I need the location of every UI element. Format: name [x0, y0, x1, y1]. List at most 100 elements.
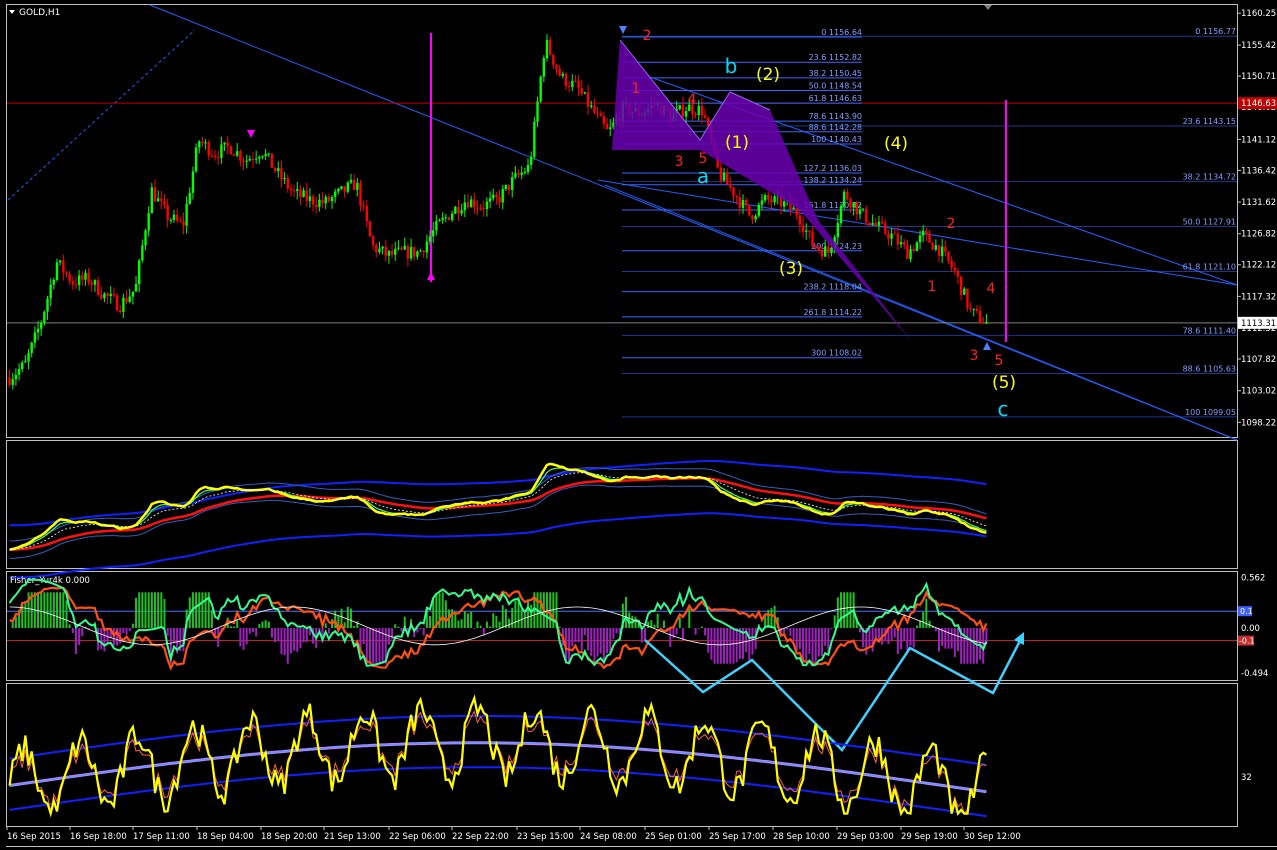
- price-tick-label: 1131.62: [1241, 198, 1276, 208]
- oscillator-panel-frame: [6, 683, 1238, 827]
- candle-body: [90, 282, 93, 285]
- candle-body: [431, 230, 435, 237]
- candle-body: [830, 247, 833, 253]
- candle-body: [235, 151, 239, 156]
- shift-marker-icon[interactable]: [984, 5, 992, 10]
- candle-body: [213, 155, 217, 157]
- red-ma-line: [9, 477, 987, 551]
- candle-body: [602, 116, 606, 124]
- candle-body: [877, 221, 881, 226]
- red-level-label: 1146.63: [1241, 99, 1276, 109]
- candle-body: [119, 310, 122, 312]
- candle-body: [447, 217, 451, 221]
- wave-label: (4): [884, 134, 908, 154]
- candle-body: [700, 105, 704, 116]
- candle-body: [871, 222, 874, 225]
- candle-body: [514, 173, 517, 178]
- candle-body: [947, 251, 950, 261]
- fib-right-label: 38.2 1134.72: [1183, 173, 1236, 182]
- candle-body: [292, 190, 296, 192]
- candle-body: [394, 248, 397, 255]
- candle-body: [482, 208, 485, 210]
- candle-body: [928, 233, 931, 243]
- fisher-title: Fisher_Yur4k 0.000: [10, 576, 90, 586]
- candle-body: [239, 151, 242, 161]
- candle-body: [596, 112, 599, 114]
- chart-menu-triangle-icon[interactable]: [9, 10, 15, 14]
- time-tick-label: 16 Sep 18:00: [70, 832, 127, 842]
- candle-body: [956, 270, 960, 277]
- candle-body: [258, 157, 261, 159]
- candle-body: [770, 199, 773, 203]
- candle-body: [735, 196, 738, 198]
- candle-body: [918, 235, 922, 243]
- candle-body: [842, 191, 846, 206]
- candle-body: [321, 199, 324, 204]
- candle-body: [909, 249, 912, 260]
- candle-body: [454, 206, 457, 214]
- time-tick-label: 29 Sep 03:00: [837, 832, 894, 842]
- price-tick-label: 1122.12: [1241, 261, 1276, 271]
- candle-body: [277, 168, 280, 172]
- time-tick-label: 18 Sep 04:00: [197, 832, 254, 842]
- candle-body: [217, 156, 220, 158]
- candle-body: [982, 322, 985, 324]
- candle-body: [112, 293, 116, 296]
- candle-body: [397, 247, 400, 249]
- candle-body: [744, 200, 748, 206]
- price-tick-label: 1141.12: [1241, 135, 1276, 145]
- candle-body: [492, 194, 495, 199]
- price-tick-label: 1155.42: [1241, 41, 1276, 51]
- candle-body: [583, 92, 587, 94]
- candle-body: [903, 242, 906, 245]
- candle-body: [925, 230, 928, 234]
- candle-body: [469, 199, 473, 208]
- candle-body: [520, 172, 523, 175]
- candle-body: [8, 377, 11, 385]
- candle-body: [62, 260, 65, 273]
- fib-right-label: 50.0 1127.91: [1183, 218, 1236, 227]
- chart-window[interactable]: GOLD,H1 1160.251155.421150.711146.021141…: [0, 0, 1277, 850]
- candle-body: [466, 202, 470, 208]
- candle-body: [77, 275, 81, 286]
- candle-body: [558, 68, 561, 76]
- candle-body: [511, 177, 514, 191]
- candle-body: [340, 186, 343, 189]
- candle-body: [273, 167, 277, 172]
- time-tick-label: 30 Sep 12:00: [964, 832, 1021, 842]
- candle-body: [814, 246, 817, 249]
- candle-body: [371, 236, 375, 245]
- candle-body: [134, 284, 138, 292]
- wave-label: c: [998, 397, 1009, 421]
- trendline-dashed: [7, 29, 196, 201]
- fib-level-label: 127.2 1136.03: [803, 164, 862, 173]
- candle-body: [46, 298, 49, 312]
- candle-body: [937, 245, 941, 257]
- candle-body: [346, 182, 350, 192]
- bands-indicator: [9, 459, 987, 579]
- candle-body: [792, 207, 795, 210]
- price-tick-label: 1098.22: [1241, 418, 1276, 428]
- candle-body: [93, 280, 97, 285]
- candle-body: [131, 291, 135, 297]
- candle-body: [261, 156, 264, 158]
- candle-body: [763, 195, 767, 201]
- candle-body: [122, 297, 125, 312]
- candle-body: [52, 279, 56, 285]
- symbol-label: GOLD,H1: [19, 8, 60, 18]
- candle-body: [11, 379, 14, 385]
- candle-body: [324, 196, 327, 204]
- candle-body: [884, 223, 887, 234]
- candle-body: [953, 267, 957, 271]
- candle-body: [264, 153, 267, 157]
- wave-label: 4: [987, 281, 996, 297]
- fisher-pos-label: 0.1: [1240, 607, 1253, 616]
- candle-body: [270, 153, 274, 168]
- candle-body: [141, 245, 144, 261]
- candle-body: [571, 80, 574, 87]
- candle-body: [523, 172, 527, 174]
- candle-body: [311, 196, 315, 205]
- candle-body: [760, 200, 764, 205]
- candle-body: [390, 250, 394, 255]
- candle-body: [71, 281, 75, 285]
